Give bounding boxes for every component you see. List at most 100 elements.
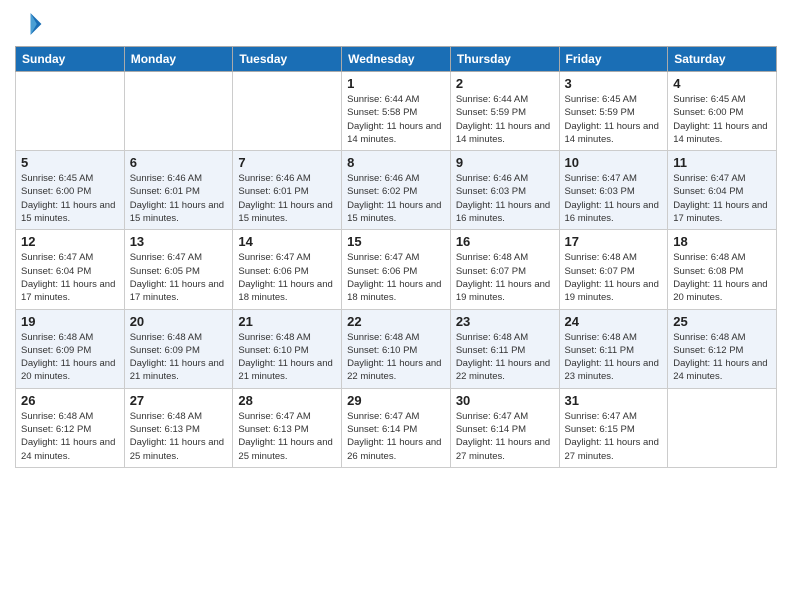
day-number: 19 <box>21 314 119 329</box>
day-number: 21 <box>238 314 336 329</box>
day-number: 12 <box>21 234 119 249</box>
day-number: 22 <box>347 314 445 329</box>
calendar-cell: 13 Sunrise: 6:47 AMSunset: 6:05 PMDaylig… <box>124 230 233 309</box>
calendar-page: SundayMondayTuesdayWednesdayThursdayFrid… <box>0 0 792 612</box>
day-info: Sunrise: 6:48 AMSunset: 6:09 PMDaylight:… <box>21 331 119 384</box>
calendar-cell: 11 Sunrise: 6:47 AMSunset: 6:04 PMDaylig… <box>668 151 777 230</box>
day-info: Sunrise: 6:48 AMSunset: 6:12 PMDaylight:… <box>21 410 119 463</box>
day-number: 5 <box>21 155 119 170</box>
calendar-week-row: 1 Sunrise: 6:44 AMSunset: 5:58 PMDayligh… <box>16 72 777 151</box>
day-number: 20 <box>130 314 228 329</box>
calendar-week-row: 5 Sunrise: 6:45 AMSunset: 6:00 PMDayligh… <box>16 151 777 230</box>
calendar-cell: 5 Sunrise: 6:45 AMSunset: 6:00 PMDayligh… <box>16 151 125 230</box>
day-number: 9 <box>456 155 554 170</box>
calendar-week-row: 12 Sunrise: 6:47 AMSunset: 6:04 PMDaylig… <box>16 230 777 309</box>
day-info: Sunrise: 6:46 AMSunset: 6:01 PMDaylight:… <box>130 172 228 225</box>
day-number: 27 <box>130 393 228 408</box>
weekday-header: Sunday <box>16 47 125 72</box>
day-info: Sunrise: 6:47 AMSunset: 6:05 PMDaylight:… <box>130 251 228 304</box>
calendar-cell: 15 Sunrise: 6:47 AMSunset: 6:06 PMDaylig… <box>342 230 451 309</box>
day-info: Sunrise: 6:46 AMSunset: 6:02 PMDaylight:… <box>347 172 445 225</box>
calendar-cell: 14 Sunrise: 6:47 AMSunset: 6:06 PMDaylig… <box>233 230 342 309</box>
day-info: Sunrise: 6:48 AMSunset: 6:11 PMDaylight:… <box>565 331 663 384</box>
calendar-cell: 21 Sunrise: 6:48 AMSunset: 6:10 PMDaylig… <box>233 309 342 388</box>
day-info: Sunrise: 6:46 AMSunset: 6:03 PMDaylight:… <box>456 172 554 225</box>
day-info: Sunrise: 6:45 AMSunset: 5:59 PMDaylight:… <box>565 93 663 146</box>
day-info: Sunrise: 6:45 AMSunset: 6:00 PMDaylight:… <box>673 93 771 146</box>
calendar-cell: 18 Sunrise: 6:48 AMSunset: 6:08 PMDaylig… <box>668 230 777 309</box>
logo <box>15 10 47 38</box>
day-number: 26 <box>21 393 119 408</box>
day-number: 4 <box>673 76 771 91</box>
day-info: Sunrise: 6:48 AMSunset: 6:10 PMDaylight:… <box>238 331 336 384</box>
day-number: 14 <box>238 234 336 249</box>
calendar-cell: 3 Sunrise: 6:45 AMSunset: 5:59 PMDayligh… <box>559 72 668 151</box>
weekday-header: Wednesday <box>342 47 451 72</box>
weekday-header: Saturday <box>668 47 777 72</box>
weekday-header: Monday <box>124 47 233 72</box>
calendar-week-row: 26 Sunrise: 6:48 AMSunset: 6:12 PMDaylig… <box>16 388 777 467</box>
day-info: Sunrise: 6:48 AMSunset: 6:11 PMDaylight:… <box>456 331 554 384</box>
calendar-cell: 2 Sunrise: 6:44 AMSunset: 5:59 PMDayligh… <box>450 72 559 151</box>
day-number: 17 <box>565 234 663 249</box>
day-info: Sunrise: 6:47 AMSunset: 6:03 PMDaylight:… <box>565 172 663 225</box>
day-number: 25 <box>673 314 771 329</box>
day-info: Sunrise: 6:48 AMSunset: 6:07 PMDaylight:… <box>565 251 663 304</box>
calendar-cell: 4 Sunrise: 6:45 AMSunset: 6:00 PMDayligh… <box>668 72 777 151</box>
day-info: Sunrise: 6:48 AMSunset: 6:12 PMDaylight:… <box>673 331 771 384</box>
calendar-week-row: 19 Sunrise: 6:48 AMSunset: 6:09 PMDaylig… <box>16 309 777 388</box>
calendar-cell: 30 Sunrise: 6:47 AMSunset: 6:14 PMDaylig… <box>450 388 559 467</box>
weekday-header-row: SundayMondayTuesdayWednesdayThursdayFrid… <box>16 47 777 72</box>
day-info: Sunrise: 6:45 AMSunset: 6:00 PMDaylight:… <box>21 172 119 225</box>
header <box>15 10 777 38</box>
day-number: 23 <box>456 314 554 329</box>
calendar-cell: 12 Sunrise: 6:47 AMSunset: 6:04 PMDaylig… <box>16 230 125 309</box>
calendar-cell: 8 Sunrise: 6:46 AMSunset: 6:02 PMDayligh… <box>342 151 451 230</box>
weekday-header: Thursday <box>450 47 559 72</box>
day-number: 13 <box>130 234 228 249</box>
day-number: 2 <box>456 76 554 91</box>
calendar-cell: 31 Sunrise: 6:47 AMSunset: 6:15 PMDaylig… <box>559 388 668 467</box>
calendar-cell: 17 Sunrise: 6:48 AMSunset: 6:07 PMDaylig… <box>559 230 668 309</box>
day-info: Sunrise: 6:48 AMSunset: 6:09 PMDaylight:… <box>130 331 228 384</box>
day-number: 8 <box>347 155 445 170</box>
calendar-cell: 19 Sunrise: 6:48 AMSunset: 6:09 PMDaylig… <box>16 309 125 388</box>
calendar-cell <box>16 72 125 151</box>
day-info: Sunrise: 6:47 AMSunset: 6:13 PMDaylight:… <box>238 410 336 463</box>
calendar-cell: 24 Sunrise: 6:48 AMSunset: 6:11 PMDaylig… <box>559 309 668 388</box>
day-info: Sunrise: 6:48 AMSunset: 6:07 PMDaylight:… <box>456 251 554 304</box>
weekday-header: Friday <box>559 47 668 72</box>
day-number: 15 <box>347 234 445 249</box>
calendar-cell: 7 Sunrise: 6:46 AMSunset: 6:01 PMDayligh… <box>233 151 342 230</box>
calendar-cell <box>233 72 342 151</box>
day-number: 31 <box>565 393 663 408</box>
day-info: Sunrise: 6:47 AMSunset: 6:15 PMDaylight:… <box>565 410 663 463</box>
day-info: Sunrise: 6:47 AMSunset: 6:14 PMDaylight:… <box>456 410 554 463</box>
calendar-cell: 25 Sunrise: 6:48 AMSunset: 6:12 PMDaylig… <box>668 309 777 388</box>
day-number: 30 <box>456 393 554 408</box>
day-number: 28 <box>238 393 336 408</box>
day-info: Sunrise: 6:48 AMSunset: 6:10 PMDaylight:… <box>347 331 445 384</box>
day-number: 10 <box>565 155 663 170</box>
day-info: Sunrise: 6:44 AMSunset: 5:58 PMDaylight:… <box>347 93 445 146</box>
day-info: Sunrise: 6:44 AMSunset: 5:59 PMDaylight:… <box>456 93 554 146</box>
day-info: Sunrise: 6:47 AMSunset: 6:04 PMDaylight:… <box>673 172 771 225</box>
day-info: Sunrise: 6:47 AMSunset: 6:06 PMDaylight:… <box>238 251 336 304</box>
calendar-cell: 9 Sunrise: 6:46 AMSunset: 6:03 PMDayligh… <box>450 151 559 230</box>
day-info: Sunrise: 6:47 AMSunset: 6:06 PMDaylight:… <box>347 251 445 304</box>
day-number: 6 <box>130 155 228 170</box>
calendar-cell: 1 Sunrise: 6:44 AMSunset: 5:58 PMDayligh… <box>342 72 451 151</box>
calendar-cell: 28 Sunrise: 6:47 AMSunset: 6:13 PMDaylig… <box>233 388 342 467</box>
calendar-cell: 20 Sunrise: 6:48 AMSunset: 6:09 PMDaylig… <box>124 309 233 388</box>
calendar-cell: 26 Sunrise: 6:48 AMSunset: 6:12 PMDaylig… <box>16 388 125 467</box>
calendar-cell: 16 Sunrise: 6:48 AMSunset: 6:07 PMDaylig… <box>450 230 559 309</box>
calendar-cell: 27 Sunrise: 6:48 AMSunset: 6:13 PMDaylig… <box>124 388 233 467</box>
day-info: Sunrise: 6:46 AMSunset: 6:01 PMDaylight:… <box>238 172 336 225</box>
calendar-cell: 23 Sunrise: 6:48 AMSunset: 6:11 PMDaylig… <box>450 309 559 388</box>
day-number: 3 <box>565 76 663 91</box>
weekday-header: Tuesday <box>233 47 342 72</box>
calendar-table: SundayMondayTuesdayWednesdayThursdayFrid… <box>15 46 777 468</box>
calendar-cell: 29 Sunrise: 6:47 AMSunset: 6:14 PMDaylig… <box>342 388 451 467</box>
calendar-cell <box>124 72 233 151</box>
day-number: 16 <box>456 234 554 249</box>
